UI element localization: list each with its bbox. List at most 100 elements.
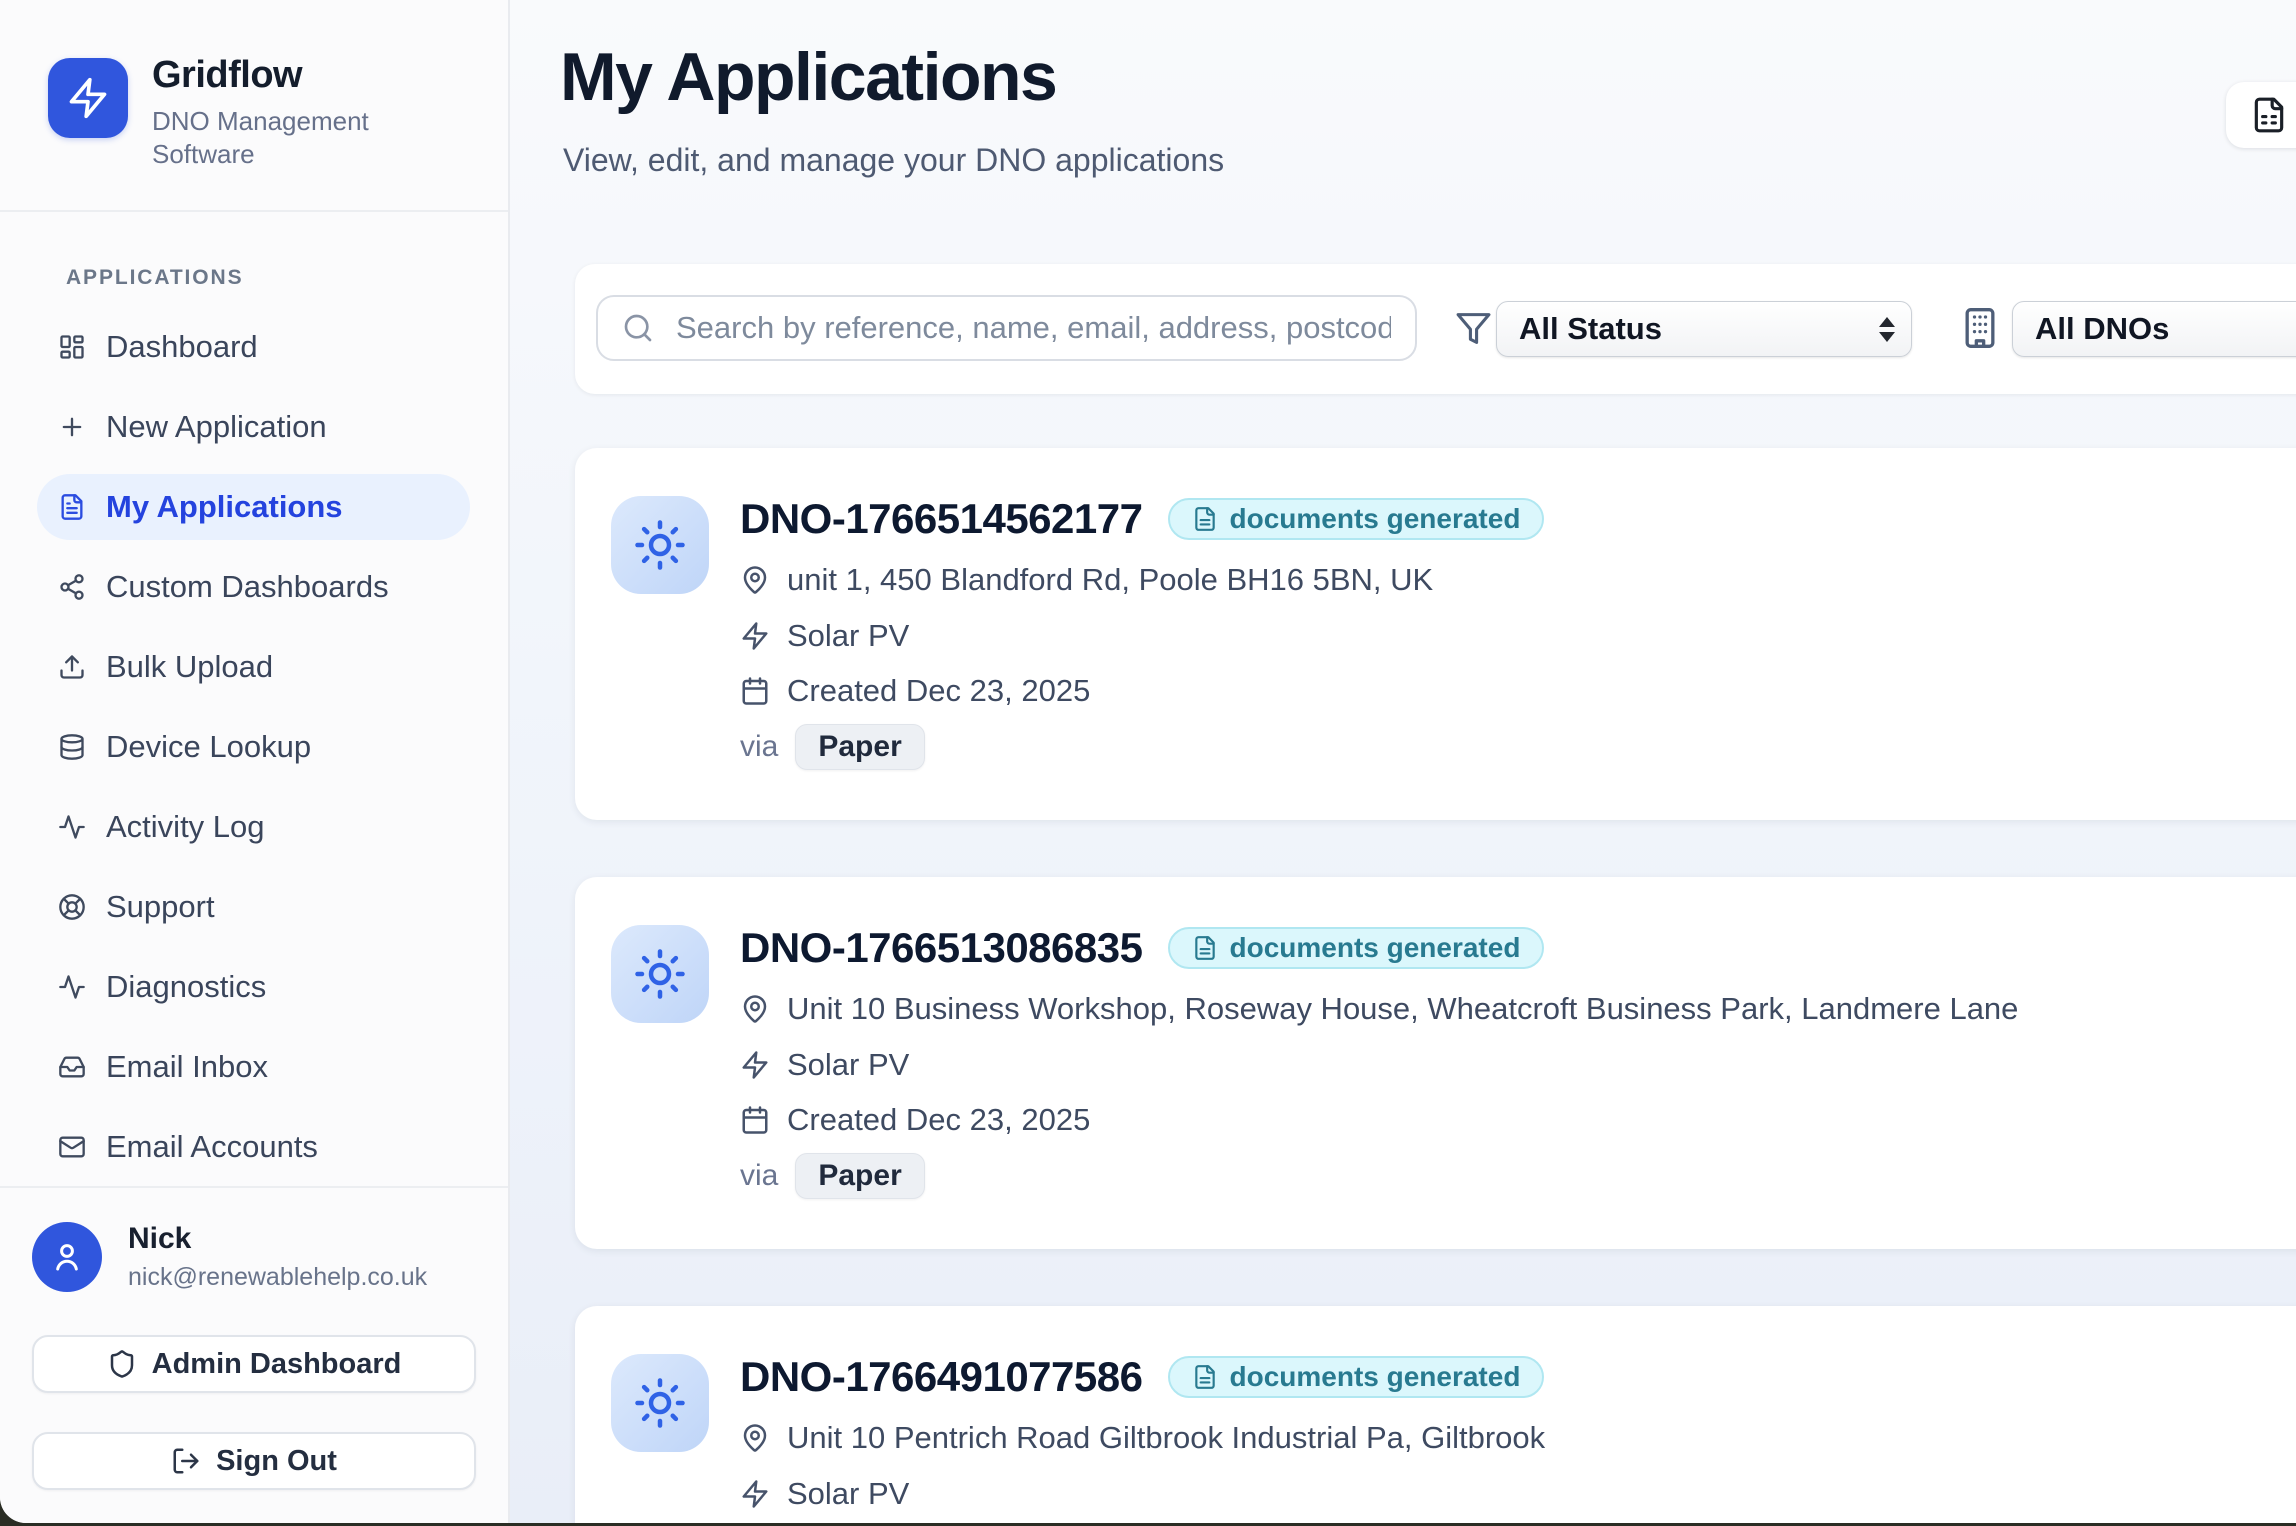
gridflow-logo	[48, 58, 128, 138]
sidebar-item-label: Email Accounts	[106, 1129, 318, 1165]
sidebar-item-label: Support	[106, 889, 215, 925]
documents-button[interactable]	[2226, 82, 2296, 148]
calendar-icon	[740, 1105, 770, 1135]
zap-icon	[66, 76, 110, 120]
application-address: Unit 10 Pentrich Road Giltbrook Industri…	[787, 1420, 1545, 1456]
brand-tagline: DNO Management Software	[152, 105, 412, 171]
application-reference: DNO-1766491077586	[740, 1353, 1142, 1401]
calendar-icon	[740, 676, 770, 706]
database-icon	[58, 733, 86, 761]
file-text-icon	[1192, 1364, 1218, 1390]
brand-name: Gridflow	[152, 54, 412, 97]
user-name: Nick	[128, 1222, 427, 1256]
page-title: My Applications	[560, 38, 1056, 116]
upload-icon	[58, 653, 86, 681]
sidebar-item-email-inbox[interactable]: Email Inbox	[0, 1027, 508, 1107]
zap-icon	[740, 621, 770, 651]
application-created: Created Dec 23, 2025	[787, 673, 1090, 709]
sidebar-item-my-applications[interactable]: My Applications	[0, 467, 508, 547]
application-type: Solar PV	[787, 1476, 909, 1512]
status-badge-label: documents generated	[1229, 1361, 1520, 1393]
divider	[0, 210, 508, 212]
user-profile: Nick nick@renewablehelp.co.uk	[32, 1222, 427, 1292]
application-type: Solar PV	[787, 1047, 909, 1083]
application-address: unit 1, 450 Blandford Rd, Poole BH16 5BN…	[787, 562, 1433, 598]
sidebar-item-new-application[interactable]: New Application	[0, 387, 508, 467]
application-type-tile	[611, 1354, 709, 1452]
sidebar-nav: Dashboard New Application My Application…	[0, 307, 508, 1187]
life-buoy-icon	[58, 893, 86, 921]
status-badge-label: documents generated	[1229, 503, 1520, 535]
share-icon	[58, 573, 86, 601]
divider	[0, 1186, 508, 1188]
dno-filter-select[interactable]: All DNOs	[2012, 301, 2296, 357]
app-window: Gridflow DNO Management Software APPLICA…	[0, 0, 2296, 1523]
map-pin-icon	[740, 1423, 770, 1453]
sidebar-item-activity-log[interactable]: Activity Log	[0, 787, 508, 867]
avatar	[32, 1222, 102, 1292]
filter-panel: All Status All DNOs	[575, 264, 2296, 394]
via-label: via	[740, 1159, 778, 1193]
building-icon	[1958, 306, 2002, 350]
sidebar-item-dashboard[interactable]: Dashboard	[0, 307, 508, 387]
channel-chip: Paper	[795, 724, 924, 770]
application-address: Unit 10 Business Workshop, Roseway House…	[787, 991, 2018, 1027]
map-pin-icon	[740, 565, 770, 595]
shield-icon	[107, 1349, 137, 1379]
user-email: nick@renewablehelp.co.uk	[128, 1263, 427, 1292]
status-badge: documents generated	[1168, 927, 1544, 969]
sun-icon	[633, 518, 687, 572]
sun-icon	[633, 947, 687, 1001]
map-pin-icon	[740, 994, 770, 1024]
sidebar-item-support[interactable]: Support	[0, 867, 508, 947]
application-type-tile	[611, 496, 709, 594]
sidebar-item-bulk-upload[interactable]: Bulk Upload	[0, 627, 508, 707]
layout-dashboard-icon	[58, 333, 86, 361]
sidebar-item-label: Email Inbox	[106, 1049, 268, 1085]
sign-out-label: Sign Out	[216, 1445, 337, 1478]
status-badge-label: documents generated	[1229, 932, 1520, 964]
sidebar-item-device-lookup[interactable]: Device Lookup	[0, 707, 508, 787]
application-created: Created Dec 23, 2025	[787, 1102, 1090, 1138]
main-content: My Applications View, edit, and manage y…	[510, 0, 2296, 1523]
sidebar-item-email-accounts[interactable]: Email Accounts	[0, 1107, 508, 1187]
user-icon	[49, 1239, 85, 1275]
status-filter-value: All Status	[1519, 311, 1662, 347]
sidebar-item-diagnostics[interactable]: Diagnostics	[0, 947, 508, 1027]
application-card[interactable]: DNO-1766514562177 documents generated un…	[575, 448, 2296, 820]
status-badge: documents generated	[1168, 1356, 1544, 1398]
log-out-icon	[171, 1446, 201, 1476]
sidebar-item-label: Activity Log	[106, 809, 265, 845]
status-filter-select[interactable]: All Status	[1496, 301, 1912, 357]
dno-filter-value: All DNOs	[2035, 311, 2169, 347]
application-reference: DNO-1766513086835	[740, 924, 1142, 972]
search-input[interactable]	[596, 295, 1417, 361]
application-type: Solar PV	[787, 618, 909, 654]
sidebar-item-label: My Applications	[106, 489, 343, 525]
application-reference: DNO-1766514562177	[740, 495, 1142, 543]
sidebar-item-custom-dashboards[interactable]: Custom Dashboards	[0, 547, 508, 627]
page-subtitle: View, edit, and manage your DNO applicat…	[563, 142, 1224, 179]
mail-icon	[58, 1133, 86, 1161]
file-text-icon	[1192, 935, 1218, 961]
brand: Gridflow DNO Management Software	[48, 58, 412, 171]
file-text-icon	[1192, 506, 1218, 532]
application-card[interactable]: DNO-1766513086835 documents generated Un…	[575, 877, 2296, 1249]
sign-out-button[interactable]: Sign Out	[32, 1432, 476, 1490]
admin-dashboard-label: Admin Dashboard	[152, 1348, 402, 1381]
file-document-icon	[2250, 96, 2288, 134]
search-icon	[622, 312, 654, 344]
admin-dashboard-button[interactable]: Admin Dashboard	[32, 1335, 476, 1393]
sidebar: Gridflow DNO Management Software APPLICA…	[0, 0, 510, 1523]
application-card[interactable]: DNO-1766491077586 documents generated Un…	[575, 1306, 2296, 1523]
sidebar-item-label: Dashboard	[106, 329, 258, 365]
activity-icon	[58, 813, 86, 841]
nav-section-label: APPLICATIONS	[66, 266, 243, 290]
sidebar-item-label: Diagnostics	[106, 969, 266, 1005]
channel-chip: Paper	[795, 1153, 924, 1199]
filter-funnel-icon	[1455, 310, 1492, 347]
zap-icon	[740, 1479, 770, 1509]
sun-icon	[633, 1376, 687, 1430]
sidebar-item-label: Bulk Upload	[106, 649, 273, 685]
sidebar-item-label: Device Lookup	[106, 729, 311, 765]
